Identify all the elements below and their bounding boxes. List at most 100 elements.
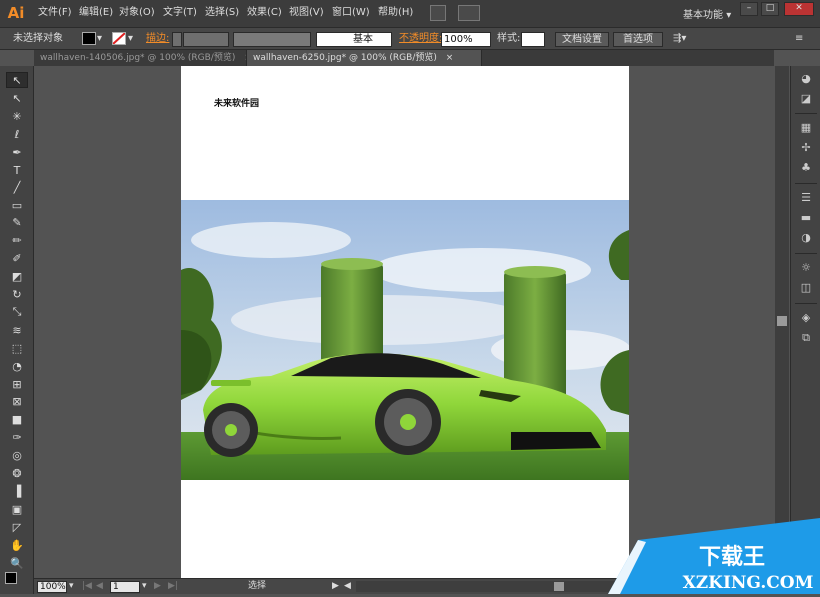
arrange-documents-icon[interactable] (458, 5, 480, 21)
stroke-swatch[interactable] (112, 32, 126, 45)
watermark-logo: 下载王 XZKING.COM (608, 518, 820, 594)
blob-brush-tool-icon[interactable]: ✐ (6, 250, 28, 266)
gradient-tool-icon[interactable]: ■ (6, 411, 28, 427)
style-label: 样式: (497, 33, 521, 44)
chevron-down-icon[interactable]: ▾ (97, 32, 102, 47)
chevron-down-icon: ▾ (726, 10, 732, 21)
align-options-icon[interactable]: ⇶▾ (673, 32, 686, 47)
artboard-tool-icon[interactable]: ▣ (6, 501, 28, 517)
pencil-tool-icon[interactable]: ✏ (6, 232, 28, 248)
panel-dock: ◕ ◪ ▦ ✢ ♣ ☰ ▬ ◑ ☼ ◫ ◈ ⧉ (790, 66, 820, 578)
slice-tool-icon[interactable]: ◸ (6, 519, 28, 535)
variable-width-profile[interactable] (233, 32, 311, 47)
color-guide-icon[interactable]: ◪ (798, 91, 814, 107)
artboard-number-field[interactable]: 1 (110, 581, 140, 593)
fill-stroke-swatch[interactable] (5, 572, 17, 584)
lasso-tool-icon[interactable]: ℓ (6, 126, 28, 142)
workspace-label: 基本功能 (683, 10, 723, 21)
panel-separator (795, 303, 817, 304)
type-tool-icon[interactable]: T (6, 162, 28, 178)
opacity-label[interactable]: 不透明度: (399, 32, 442, 47)
chevron-down-icon[interactable]: ▾ (128, 32, 133, 47)
menu-object[interactable]: 对象(O) (119, 6, 155, 20)
tab-wallhaven-140506[interactable]: wallhaven-140506.jpg* @ 100% (RGB/预览) × (34, 50, 252, 66)
document-text[interactable]: 未来软件园 (214, 96, 259, 109)
artboard-dropdown-icon[interactable]: ▾ (142, 581, 147, 593)
menu-type[interactable]: 文字(T) (163, 6, 197, 20)
tab-title: wallhaven-6250.jpg* @ 100% (RGB/预览) (253, 53, 437, 63)
first-artboard-button[interactable]: |◀ (82, 581, 92, 593)
paintbrush-tool-icon[interactable]: ✎ (6, 214, 28, 230)
graphic-style-picker[interactable] (521, 32, 545, 47)
mesh-tool-icon[interactable]: ⊠ (6, 393, 28, 409)
color-panel-icon[interactable]: ◕ (798, 71, 814, 87)
maximize-button[interactable]: □ (761, 2, 779, 16)
stroke-weight-stepper[interactable] (172, 32, 182, 47)
direct-selection-tool-icon[interactable]: ↖ (6, 90, 28, 106)
status-menu-icon[interactable]: ▶ (332, 581, 339, 593)
tab-title: wallhaven-140506.jpg* @ 100% (RGB/预览) (40, 53, 236, 63)
opacity-field[interactable]: 100% (441, 32, 491, 47)
graphic-styles-icon[interactable]: ◫ (798, 280, 814, 296)
transparency-icon[interactable]: ◑ (798, 230, 814, 246)
zoom-tool-icon[interactable]: 🔍 (6, 555, 28, 571)
menu-help[interactable]: 帮助(H) (378, 6, 413, 20)
zoom-field[interactable]: 100% (37, 581, 67, 593)
eraser-tool-icon[interactable]: ◩ (6, 268, 28, 284)
menu-select[interactable]: 选择(S) (205, 6, 239, 20)
menu-edit[interactable]: 编辑(E) (79, 6, 113, 20)
column-graph-tool-icon[interactable]: ▐ (6, 483, 28, 499)
document-setup-button[interactable]: 文档设置 (555, 32, 609, 47)
eyedropper-tool-icon[interactable]: ✑ (6, 429, 28, 445)
horizontal-scroll-thumb[interactable] (554, 582, 564, 591)
selection-tool-icon[interactable]: ↖ (6, 72, 28, 88)
swatches-icon[interactable]: ▦ (798, 120, 814, 136)
fill-swatch[interactable] (82, 32, 96, 45)
zoom-dropdown-icon[interactable]: ▾ (69, 581, 74, 593)
rotate-tool-icon[interactable]: ↻ (6, 286, 28, 302)
placed-car-image[interactable] (181, 200, 629, 480)
menu-view[interactable]: 视图(V) (289, 6, 324, 20)
blend-tool-icon[interactable]: ◎ (6, 447, 28, 463)
perspective-grid-tool-icon[interactable]: ⊞ (6, 376, 28, 392)
hand-tool-icon[interactable]: ✋ (6, 537, 28, 553)
vertical-scroll-thumb[interactable] (777, 316, 787, 326)
width-tool-icon[interactable]: ≋ (6, 322, 28, 338)
stroke-icon[interactable]: ☰ (798, 190, 814, 206)
magic-wand-tool-icon[interactable]: ✳ (6, 108, 28, 124)
next-artboard-button[interactable]: ▶ (154, 581, 161, 593)
panel-separator (795, 253, 817, 254)
stroke-weight-field[interactable] (183, 32, 229, 47)
gradient-icon[interactable]: ▬ (798, 210, 814, 226)
previous-artboard-button[interactable]: ◀ (96, 581, 103, 593)
scale-tool-icon[interactable]: ⤡ (6, 304, 28, 320)
scroll-left-icon[interactable]: ◀ (344, 581, 351, 593)
layers-icon[interactable]: ◈ (798, 310, 814, 326)
menu-effect[interactable]: 效果(C) (247, 6, 282, 20)
line-tool-icon[interactable]: ╱ (6, 179, 28, 195)
brushes-icon[interactable]: ✢ (798, 140, 814, 156)
panel-menu-icon[interactable]: ≡ (795, 32, 803, 47)
shape-builder-tool-icon[interactable]: ◔ (6, 358, 28, 374)
workspace-switcher[interactable]: 基本功能 ▾ (683, 6, 731, 21)
tab-wallhaven-6250[interactable]: wallhaven-6250.jpg* @ 100% (RGB/预览) × (246, 50, 482, 66)
rectangle-tool-icon[interactable]: ▭ (6, 197, 28, 213)
free-transform-tool-icon[interactable]: ⬚ (6, 340, 28, 356)
pen-tool-icon[interactable]: ✒ (6, 144, 28, 160)
brush-definition[interactable]: 基本 (316, 32, 392, 47)
stroke-label[interactable]: 描边: (146, 32, 169, 47)
minimize-button[interactable]: – (740, 2, 758, 16)
last-artboard-button[interactable]: ▶| (168, 581, 178, 593)
close-tab-icon[interactable]: × (446, 53, 454, 63)
bridge-icon[interactable] (430, 5, 446, 21)
watermark-title: 下载王 (699, 544, 765, 570)
close-button[interactable]: ✕ (784, 2, 814, 16)
current-tool-label: 选择 (248, 581, 267, 591)
symbol-sprayer-tool-icon[interactable]: ❂ (6, 465, 28, 481)
artboards-icon[interactable]: ⧉ (798, 330, 814, 346)
preferences-button[interactable]: 首选项 (613, 32, 663, 47)
menu-window[interactable]: 窗口(W) (332, 6, 370, 20)
menu-file[interactable]: 文件(F) (38, 6, 72, 20)
symbols-icon[interactable]: ♣ (798, 160, 814, 176)
appearance-icon[interactable]: ☼ (798, 260, 814, 276)
